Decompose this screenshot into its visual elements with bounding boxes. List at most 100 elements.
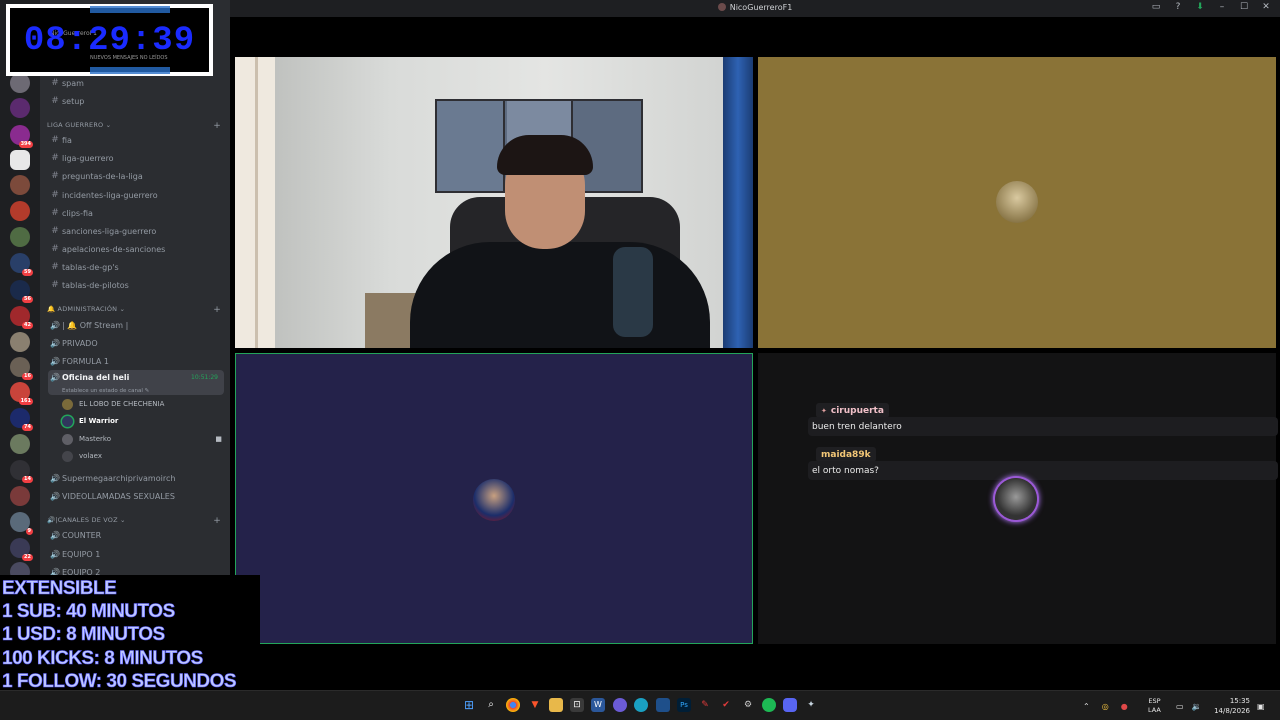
screen: NicoGuerreroF1 ▭ ? ⬇ – ☐ ✕ 394 59 56 42 … — [0, 0, 1280, 720]
server-icon[interactable]: 42 — [10, 306, 33, 329]
server-icon[interactable]: 14 — [10, 460, 33, 483]
server-icon[interactable]: 59 — [10, 253, 33, 276]
channel-tablas-gp[interactable]: # tablas-de-gp's — [48, 259, 224, 275]
server-icon[interactable] — [10, 150, 30, 170]
notification-icon[interactable]: ▣ — [1257, 691, 1265, 720]
server-icon[interactable] — [10, 227, 30, 247]
channel-setup[interactable]: # setup — [48, 93, 224, 109]
server-icon[interactable]: 22 — [10, 538, 33, 561]
channel-liga-guerrero[interactable]: # liga-guerrero — [48, 150, 224, 166]
category-admin[interactable]: 🔔 ADMINISTRACIÓN ⌄ + — [47, 305, 223, 315]
edge-icon[interactable] — [634, 698, 648, 712]
voice-user[interactable]: EL LOBO DE CHECHENIA — [62, 396, 222, 412]
voice-channel-privado[interactable]: 🔊 PRIVADO — [48, 335, 224, 351]
speaker-icon: 🔊 — [50, 491, 60, 501]
channel-label: apelaciones-de-sanciones — [62, 244, 166, 254]
server-icon[interactable] — [10, 486, 30, 506]
server-icon[interactable]: 394 — [10, 125, 33, 148]
avatar — [62, 450, 73, 462]
unread-badge: 59 — [22, 269, 33, 276]
channel-label: incidentes-liga-guerrero — [62, 190, 158, 200]
minimize-button[interactable]: – — [1216, 2, 1228, 12]
server-icon[interactable] — [10, 175, 30, 195]
brave-icon[interactable]: ▼ — [528, 698, 542, 712]
help-icon[interactable]: ? — [1172, 2, 1184, 12]
voice-channel-counter[interactable]: 🔊 COUNTER — [48, 527, 224, 543]
chat-user-name: maida89k — [821, 449, 871, 460]
window-title: NicoGuerreroF1 — [230, 3, 1280, 12]
server-icon[interactable] — [10, 73, 30, 93]
channel-apelaciones[interactable]: # apelaciones-de-sanciones — [48, 241, 224, 257]
voice-user[interactable]: El Warrior — [62, 413, 222, 429]
photos-icon[interactable] — [656, 698, 670, 712]
steam-icon[interactable]: ✦ — [804, 698, 818, 712]
server-icon[interactable] — [10, 332, 30, 352]
server-icon[interactable]: 161 — [10, 382, 33, 405]
voice-user[interactable]: Masterko ■ — [62, 431, 222, 447]
download-icon[interactable]: ⬇ — [1194, 2, 1206, 12]
mic-icon[interactable]: ● — [1121, 702, 1128, 711]
taskbar-clock[interactable]: 15:35 14/8/2026 — [1212, 691, 1250, 720]
category-voz[interactable]: 🔊 |CANALES DE VOZ ⌄ + — [47, 516, 223, 526]
avatar — [62, 433, 73, 445]
server-icon[interactable]: 16 — [10, 357, 33, 380]
unread-badge: 22 — [22, 554, 33, 561]
channel-fia[interactable]: # fia — [48, 132, 224, 148]
add-channel-icon[interactable]: + — [213, 121, 221, 131]
server-icon[interactable] — [10, 98, 30, 118]
chat-username: maida89k — [816, 447, 876, 462]
chrome-icon[interactable] — [506, 698, 520, 712]
channel-preguntas[interactable]: # preguntas-de-la-liga — [48, 168, 224, 184]
search-icon[interactable]: ⌕ — [484, 698, 498, 712]
app-icon[interactable]: ✎ — [698, 698, 712, 712]
windows-start-icon[interactable]: ⊞ — [462, 698, 476, 712]
video-tile-speaking[interactable] — [235, 353, 753, 644]
channel-status[interactable]: Establece un estado de canal ✎ — [62, 388, 149, 394]
add-channel-icon[interactable]: + — [213, 305, 221, 315]
chat-message: el orto nomas? — [808, 461, 1278, 480]
onedrive-icon[interactable]: ◎ — [1102, 702, 1109, 711]
video-tile-avatar[interactable] — [758, 57, 1276, 348]
word-icon[interactable]: W — [591, 698, 605, 712]
spotify-icon[interactable] — [762, 698, 776, 712]
voice-user[interactable]: volaex — [62, 448, 222, 464]
server-icon[interactable]: 56 — [10, 280, 33, 303]
voice-channel-equipo1[interactable]: 🔊 EQUIPO 1 — [48, 546, 224, 562]
photoshop-icon[interactable]: Ps — [677, 698, 691, 712]
xbox-icon[interactable]: ⊡ — [570, 698, 584, 712]
maximize-button[interactable]: ☐ — [1238, 2, 1250, 12]
voice-channel-off-stream[interactable]: 🔊 | 🔔 Off Stream | — [48, 317, 224, 333]
language-indicator[interactable]: ESP LAA — [1148, 691, 1161, 720]
server-icon[interactable]: 9 — [10, 512, 33, 535]
chevron-down-icon: ⌄ — [117, 516, 126, 524]
inbox-icon[interactable]: ▭ — [1150, 2, 1162, 12]
webcam-door-frame — [255, 57, 258, 348]
close-button[interactable]: ✕ — [1260, 2, 1272, 12]
channel-tablas-pilotos[interactable]: # tablas-de-pilotos — [48, 277, 224, 293]
status-icons[interactable]: ▭ 🔉 — [1176, 691, 1202, 720]
settings-icon[interactable]: ⚙ — [741, 698, 755, 712]
channel-clips[interactable]: # clips-fia — [48, 205, 224, 221]
clock-bottom-bar — [90, 67, 170, 74]
channel-sanciones[interactable]: # sanciones-liga-guerrero — [48, 223, 224, 239]
channel-spam[interactable]: # spam — [48, 75, 224, 91]
add-channel-icon[interactable]: + — [213, 516, 221, 526]
copilot-icon[interactable] — [613, 698, 627, 712]
chevron-up-icon[interactable]: ⌃ — [1083, 702, 1090, 711]
server-icon[interactable] — [10, 201, 30, 221]
category-liga[interactable]: LIGA GUERRERO ⌄ + — [47, 121, 223, 131]
discord-icon[interactable] — [783, 698, 797, 712]
server-icon[interactable] — [10, 434, 30, 454]
app-icon[interactable]: ✔ — [719, 698, 733, 712]
promo-line: 100 KICKS: 8 MINUTOS — [2, 647, 204, 669]
file-explorer-icon[interactable] — [549, 698, 563, 712]
chevron-down-icon: ⌄ — [117, 305, 126, 313]
voice-channel-videollamadas[interactable]: 🔊 VIDEOLLAMADAS SEXUALES — [48, 488, 224, 504]
channel-incidentes[interactable]: # incidentes-liga-guerrero — [48, 187, 224, 203]
voice-channel-supermega[interactable]: 🔊 Supermegaarchiprivamoirch — [48, 470, 224, 486]
video-tile-chat-overlay[interactable]: ✦ cirupuerta buen tren delantero maida89k… — [758, 353, 1278, 644]
voice-channel-formula1[interactable]: 🔊 FORMULA 1 — [48, 353, 224, 369]
unread-badge: 394 — [18, 141, 33, 148]
video-tile-webcam[interactable] — [235, 57, 753, 348]
server-icon[interactable]: 74 — [10, 408, 33, 431]
